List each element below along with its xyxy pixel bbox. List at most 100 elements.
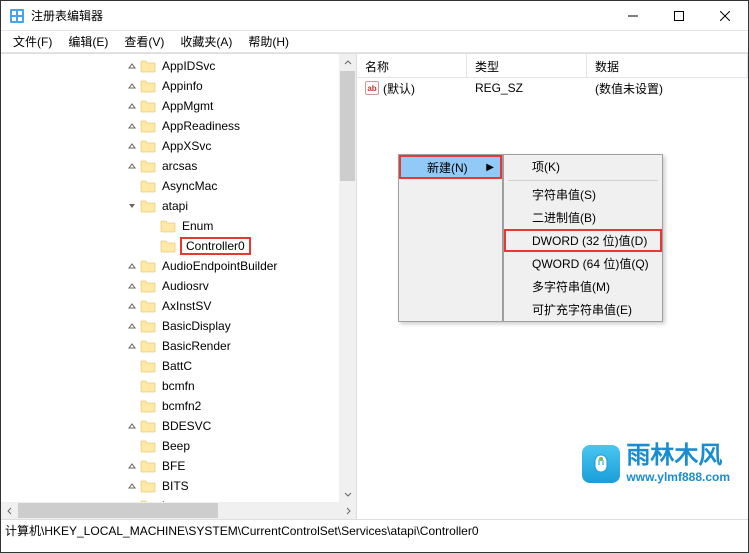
menu-separator (508, 180, 658, 181)
tree-item[interactable]: bcmfn (1, 376, 339, 396)
chevron-right-icon[interactable] (126, 420, 138, 432)
tree-item-label: Audiosrv (160, 278, 211, 294)
tree-item-label: AppIDSvc (160, 58, 217, 74)
tree-item[interactable]: BITS (1, 476, 339, 496)
chevron-right-icon[interactable] (126, 480, 138, 492)
tree-item-label: AppXSvc (160, 138, 213, 154)
tree-item-label: AxInstSV (160, 298, 213, 314)
chevron-right-icon[interactable] (126, 160, 138, 172)
tree-scrollbar-horizontal[interactable] (1, 502, 356, 519)
column-header-type[interactable]: 类型 (467, 54, 587, 77)
tree-item[interactable]: Beep (1, 436, 339, 456)
scroll-left-button[interactable] (1, 502, 18, 519)
menu-item-binary[interactable]: 二进制值(B) (504, 206, 662, 229)
folder-icon (140, 159, 156, 173)
chevron-down-icon[interactable] (126, 200, 138, 212)
tree-item-label: BDESVC (160, 418, 213, 434)
tree-item[interactable]: BDESVC (1, 416, 339, 436)
menu-item-string[interactable]: 字符串值(S) (504, 183, 662, 206)
list-panel: 名称 类型 数据 ab(默认)REG_SZ(数值未设置) 新建(N) ▶ 项(K… (357, 54, 748, 519)
column-header-name[interactable]: 名称 (357, 54, 467, 77)
tree-item[interactable]: AudioEndpointBuilder (1, 256, 339, 276)
chevron-right-icon (126, 380, 138, 392)
close-button[interactable] (702, 1, 748, 31)
tree-item[interactable]: AppMgmt (1, 96, 339, 116)
folder-icon (140, 119, 156, 133)
tree-item[interactable]: bcmfn2 (1, 396, 339, 416)
tree-item-label: bcmfn (160, 378, 197, 394)
menu-view[interactable]: 查看(V) (116, 31, 172, 52)
tree-item[interactable]: Appinfo (1, 76, 339, 96)
tree-item-label: arcsas (160, 158, 199, 174)
maximize-button[interactable] (656, 1, 702, 31)
tree-item[interactable]: AppIDSvc (1, 56, 339, 76)
menu-item-key[interactable]: 项(K) (504, 155, 662, 178)
tree-item[interactable]: atapi (1, 196, 339, 216)
titlebar: 注册表编辑器 (1, 1, 748, 31)
menu-favorites[interactable]: 收藏夹(A) (172, 31, 240, 52)
tree-item[interactable]: BasicRender (1, 336, 339, 356)
context-submenu: 项(K) 字符串值(S) 二进制值(B) DWORD (32 位)值(D) QW… (503, 154, 663, 322)
folder-icon (140, 379, 156, 393)
folder-icon (140, 99, 156, 113)
chevron-right-icon[interactable] (126, 120, 138, 132)
tree-item[interactable]: AsyncMac (1, 176, 339, 196)
menu-item-qword[interactable]: QWORD (64 位)值(Q) (504, 252, 662, 275)
tree-item[interactable]: AxInstSV (1, 296, 339, 316)
tree-item-label: BasicRender (160, 338, 233, 354)
string-value-icon: ab (365, 81, 379, 95)
folder-icon (160, 239, 176, 253)
chevron-right-icon[interactable] (126, 260, 138, 272)
menu-item-expandstring[interactable]: 可扩充字符串值(E) (504, 298, 662, 321)
tree-item[interactable]: Enum (1, 216, 339, 236)
tree-item-label: Controller0 (180, 237, 251, 255)
tree-item[interactable]: BasicDisplay (1, 316, 339, 336)
list-row[interactable]: ab(默认)REG_SZ(数值未设置) (357, 78, 748, 98)
scroll-thumb-h[interactable] (18, 503, 218, 518)
tree-item[interactable]: arcsas (1, 156, 339, 176)
scroll-thumb[interactable] (340, 71, 355, 181)
submenu-arrow-icon: ▶ (486, 162, 494, 173)
chevron-right-icon[interactable] (126, 300, 138, 312)
chevron-right-icon[interactable] (126, 280, 138, 292)
tree-item[interactable]: Audiosrv (1, 276, 339, 296)
column-header-data[interactable]: 数据 (587, 54, 748, 77)
chevron-right-icon[interactable] (126, 80, 138, 92)
folder-icon (140, 179, 156, 193)
menu-item-multistring[interactable]: 多字符串值(M) (504, 275, 662, 298)
tree-item[interactable]: Controller0 (1, 236, 339, 256)
window-title: 注册表编辑器 (31, 7, 610, 24)
tree-item[interactable]: BattC (1, 356, 339, 376)
chevron-right-icon[interactable] (126, 100, 138, 112)
folder-icon (140, 259, 156, 273)
scroll-right-button[interactable] (339, 502, 356, 519)
chevron-right-icon[interactable] (126, 60, 138, 72)
chevron-right-icon[interactable] (126, 140, 138, 152)
tree-item[interactable]: AppReadiness (1, 116, 339, 136)
tree-item-label: bcmfn2 (160, 398, 203, 414)
tree-scrollbar-vertical[interactable] (339, 54, 356, 502)
chevron-right-icon (126, 180, 138, 192)
menu-item-dword[interactable]: DWORD (32 位)值(D) (504, 229, 662, 252)
status-path: 计算机\HKEY_LOCAL_MACHINE\SYSTEM\CurrentCon… (5, 522, 479, 539)
tree-item[interactable]: AppXSvc (1, 136, 339, 156)
scroll-down-button[interactable] (339, 485, 356, 502)
chevron-right-icon[interactable] (126, 460, 138, 472)
minimize-button[interactable] (610, 1, 656, 31)
statusbar: 计算机\HKEY_LOCAL_MACHINE\SYSTEM\CurrentCon… (1, 519, 748, 541)
tree-item-label: AsyncMac (160, 178, 219, 194)
menu-help[interactable]: 帮助(H) (240, 31, 297, 52)
regedit-icon (9, 8, 25, 24)
tree-item-label: Enum (180, 218, 215, 234)
folder-icon (140, 399, 156, 413)
scroll-up-button[interactable] (339, 54, 356, 71)
menu-item-new[interactable]: 新建(N) ▶ (399, 155, 502, 179)
folder-icon (140, 459, 156, 473)
tree-item-label: AppReadiness (160, 118, 242, 134)
folder-icon (140, 439, 156, 453)
tree-item[interactable]: BFE (1, 456, 339, 476)
chevron-right-icon[interactable] (126, 340, 138, 352)
chevron-right-icon[interactable] (126, 320, 138, 332)
menu-file[interactable]: 文件(F) (5, 31, 60, 52)
menu-edit[interactable]: 编辑(E) (60, 31, 116, 52)
